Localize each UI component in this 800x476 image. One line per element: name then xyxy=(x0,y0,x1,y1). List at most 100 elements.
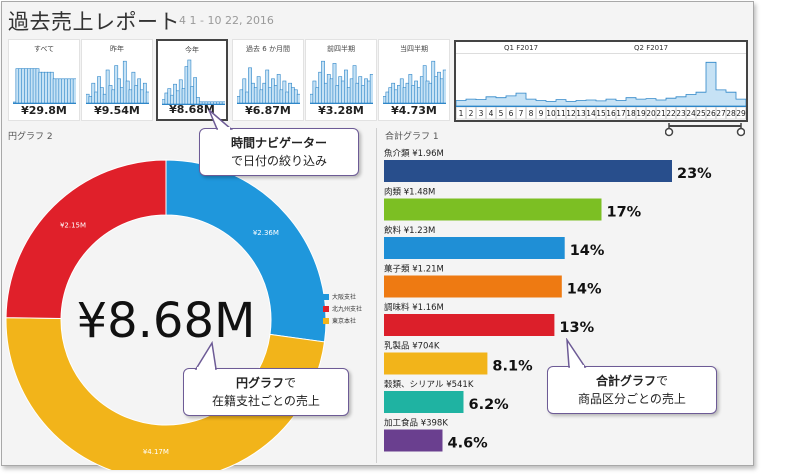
legend-label: 北九州支社 xyxy=(332,306,363,313)
bar-percent-label: 6.2% xyxy=(469,397,510,413)
timeline-header: Q1 F2017 Q2 F2017 xyxy=(456,42,746,54)
timeline-week-bar[interactable] xyxy=(656,100,666,106)
pie-center-total: ¥8.68M xyxy=(77,293,256,349)
sparkline-bar xyxy=(369,74,373,104)
time-tile-label: 今年 xyxy=(185,46,199,54)
callout-timeline-bold: 時間ナビゲーター xyxy=(230,136,327,150)
time-tile-value: ¥6.87M xyxy=(245,104,291,117)
timeline-week-bar[interactable] xyxy=(696,92,706,106)
bar-percent-label: 14% xyxy=(570,243,605,259)
timeline-week-bar[interactable] xyxy=(726,92,736,106)
time-tile-sparkline xyxy=(13,68,76,104)
timeline-week-bar[interactable] xyxy=(526,99,536,106)
bar[interactable] xyxy=(384,237,565,259)
legend-swatch xyxy=(323,305,329,312)
bar-category-label: 加工食品 ¥398K xyxy=(384,418,448,429)
timeline-week-bar[interactable] xyxy=(486,97,496,106)
bar-category-label: 乳製品 ¥704K xyxy=(384,341,440,352)
bar-percent-label: 14% xyxy=(567,282,602,298)
timeline-week-label: 10 xyxy=(546,109,556,118)
callout-timeline-tail xyxy=(208,109,234,130)
timeline-quarter-q2: Q2 F2017 xyxy=(634,44,669,52)
timeline-week-bar[interactable] xyxy=(676,97,686,106)
legend-item[interactable]: 北九州支社 xyxy=(323,304,362,313)
timeline-week-bar[interactable] xyxy=(596,101,606,106)
timeline-week-bar[interactable] xyxy=(636,99,646,106)
date-range-label: 4 1 - 10 22, 2016 xyxy=(179,14,274,27)
timeline-week-bar[interactable] xyxy=(586,100,596,106)
timeline-week-label: 16 xyxy=(606,109,616,118)
bar[interactable] xyxy=(384,198,602,221)
timeline-week-label: 6 xyxy=(509,109,514,118)
timeline-week-label: 18 xyxy=(626,109,636,118)
slider-left-handle[interactable] xyxy=(665,127,674,137)
pie-slice-label: ¥4.17M xyxy=(143,448,169,456)
timeline-range-slider[interactable] xyxy=(665,123,745,137)
timeline-week-label: 22 xyxy=(666,109,676,118)
timeline-week-bar[interactable] xyxy=(546,101,556,106)
time-tile-sparkline xyxy=(86,60,149,104)
timeline-week-label: 5 xyxy=(499,109,504,118)
timeline-week-label: 19 xyxy=(636,109,646,118)
timeline-week-label: 15 xyxy=(596,109,606,118)
time-tile-sparkline xyxy=(237,67,300,104)
legend-item[interactable]: 大阪支社 xyxy=(323,292,356,301)
timeline-week-bar[interactable] xyxy=(456,101,466,107)
bar-chart[interactable]: 魚介類 ¥1.96M 23% 肉類 ¥1.48M 17% 飲料 ¥1.23M 14% 菓子類… xyxy=(384,148,724,466)
timeline-week-bar[interactable] xyxy=(476,100,486,106)
bar-category-label: 菓子類 ¥1.21M xyxy=(384,264,444,275)
timeline-week-bar[interactable] xyxy=(716,90,726,106)
time-tile-sparkline xyxy=(162,59,225,105)
time-tile-label: 当四半期 xyxy=(400,45,428,53)
time-tile-0[interactable]: すべて ¥29.8M xyxy=(8,39,80,121)
timeline-week-bar[interactable] xyxy=(496,98,506,106)
time-tile-4[interactable]: 前四半期 ¥3.28M xyxy=(305,39,377,121)
time-tile-value: ¥3.28M xyxy=(318,104,364,117)
timeline-week-label: 7 xyxy=(519,109,524,118)
slider-right-handle[interactable] xyxy=(736,127,745,137)
legend-item[interactable]: 東京本社 xyxy=(323,316,356,325)
bar[interactable] xyxy=(384,160,672,182)
timeline-week-label: 13 xyxy=(576,109,586,118)
pie-slice-label: ¥2.15M xyxy=(60,222,86,230)
timeline-week-bar[interactable] xyxy=(666,98,676,106)
timeline-week-bar[interactable] xyxy=(686,95,696,107)
panel-divider xyxy=(376,128,377,463)
bar[interactable] xyxy=(384,275,562,298)
pie-chart[interactable]: ¥2.36M ¥4.17M ¥2.15M ¥8.68M xyxy=(0,135,375,470)
callout-pie-mid: で xyxy=(284,376,297,390)
timeline-week-bar[interactable] xyxy=(566,101,576,106)
bar-percent-label: 17% xyxy=(607,205,642,221)
timeline-chart[interactable]: 1 2 3 4 5 6 7 8 9 10 11 12 13 14 15 16 17 18 19 20 21 22 23 24 2… xyxy=(456,54,746,120)
timeline-week-bar[interactable] xyxy=(516,93,526,106)
bar[interactable] xyxy=(384,314,555,336)
timeline-week-bar[interactable] xyxy=(646,99,656,106)
time-tile-sparkline xyxy=(383,60,446,104)
timeline-week-bar[interactable] xyxy=(536,101,546,107)
time-tile-label: 前四半期 xyxy=(327,45,355,53)
bar[interactable] xyxy=(384,429,443,452)
legend-label: 大阪支社 xyxy=(332,294,357,301)
callout-pie-bold: 円グラフ xyxy=(235,376,284,390)
callout-pie: 円グラフで 在籍支社ごとの売上 xyxy=(183,368,349,416)
timeline-week-bar[interactable] xyxy=(606,99,616,106)
sparkline-bar xyxy=(296,93,300,104)
timeline-week-bar[interactable] xyxy=(736,99,746,106)
timeline-navigator[interactable]: Q1 F2017 Q2 F2017 1 2 3 4 5 6 7 8 9 10 11 12 13 14 15 1… xyxy=(454,40,748,122)
timeline-week-bar[interactable] xyxy=(466,99,476,106)
timeline-week-bar[interactable] xyxy=(626,98,636,106)
legend-swatch xyxy=(323,293,329,300)
timeline-week-bar[interactable] xyxy=(706,62,716,106)
timeline-week-bar[interactable] xyxy=(556,100,566,106)
timeline-week-bar[interactable] xyxy=(616,101,626,107)
time-tile-5[interactable]: 当四半期 ¥4.73M xyxy=(378,39,450,121)
bar[interactable] xyxy=(384,391,464,413)
timeline-quarter-q1: Q1 F2017 xyxy=(504,44,539,52)
time-tile-3[interactable]: 過去 6 か月間 ¥6.87M xyxy=(232,39,304,121)
bar[interactable] xyxy=(384,352,488,375)
timeline-week-bar[interactable] xyxy=(506,96,516,106)
timeline-week-bar[interactable] xyxy=(576,101,586,107)
time-tile-1[interactable]: 昨年 ¥9.54M xyxy=(81,39,153,121)
timeline-week-label: 20 xyxy=(646,109,656,118)
timeline-week-label: 29 xyxy=(736,109,746,118)
